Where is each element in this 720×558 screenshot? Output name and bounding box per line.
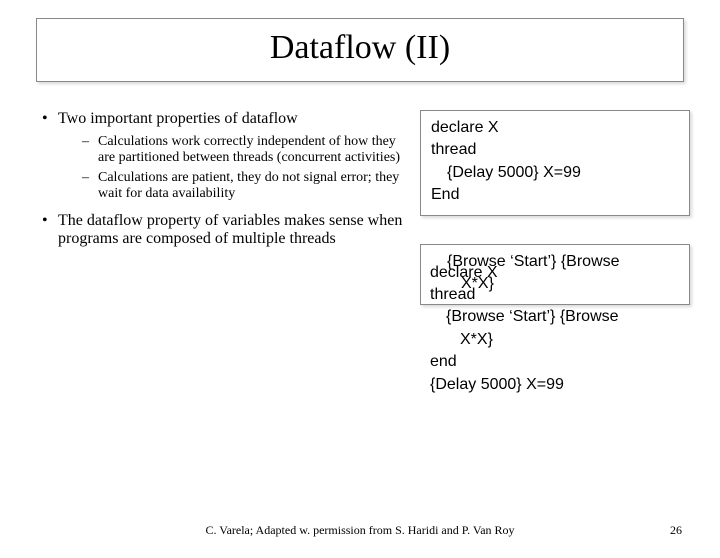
left-column: Two important properties of dataflow Cal… [20, 110, 410, 404]
title-box: Dataflow (II) [36, 18, 684, 82]
sub-bullet-1b: Calculations are patient, they do not si… [82, 170, 410, 202]
code2-line5: end [430, 353, 457, 370]
footer-credit: C. Varela; Adapted w. permission from S.… [0, 523, 720, 538]
slide-title: Dataflow (II) [37, 29, 683, 67]
bullet-1-text: Two important properties of dataflow [58, 110, 298, 127]
code1-line1: declare X [431, 119, 499, 136]
content-area: Two important properties of dataflow Cal… [20, 110, 700, 404]
bullet-2: The dataflow property of variables makes… [42, 212, 410, 248]
overlay-line2: X*X} [431, 273, 679, 295]
code1-line4: End [431, 186, 459, 203]
bullet-1: Two important properties of dataflow Cal… [42, 110, 410, 202]
sub-bullet-list: Calculations work correctly independent … [58, 134, 410, 202]
page-number: 26 [670, 523, 682, 538]
code2-line6: {Delay 5000} X=99 [430, 376, 564, 393]
right-column: declare X thread {Delay 5000} X=99 End {… [420, 110, 690, 404]
sub-bullet-1a: Calculations work correctly independent … [82, 134, 410, 166]
code-box-1: declare X thread {Delay 5000} X=99 End [420, 110, 690, 216]
code1-line3: {Delay 5000} X=99 [431, 162, 679, 184]
code2-line3: {Browse ‘Start’} {Browse [430, 306, 680, 328]
code1-line2: thread [431, 141, 476, 158]
code-box-overlay: {Browse ‘Start’} {Browse X*X} [420, 244, 690, 305]
overlay-line1: {Browse ‘Start’} {Browse [431, 251, 679, 273]
code2-line4: X*X} [430, 329, 680, 351]
bullet-list: Two important properties of dataflow Cal… [20, 110, 410, 248]
